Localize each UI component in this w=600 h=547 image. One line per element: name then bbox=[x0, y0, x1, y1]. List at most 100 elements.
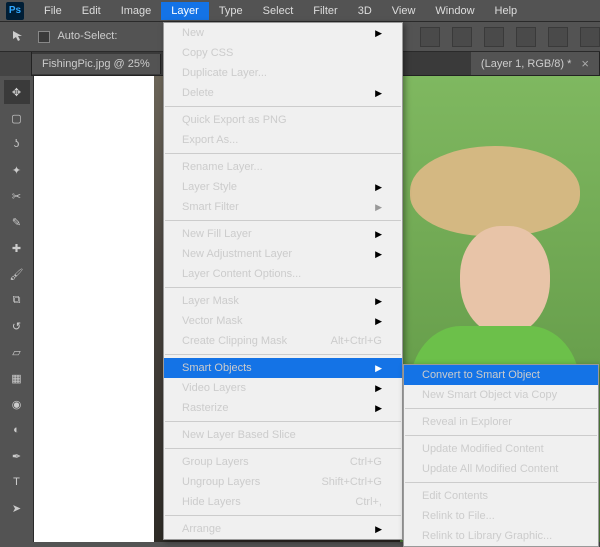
gradient-icon: ▦ bbox=[11, 372, 21, 385]
submenu-arrow-icon: ▶ bbox=[375, 403, 382, 414]
menu-item-convert-to-smart-object[interactable]: Convert to Smart Object bbox=[404, 365, 598, 385]
menubar-item-window[interactable]: Window bbox=[425, 2, 484, 20]
menu-item-label: Layer Style bbox=[182, 181, 237, 193]
menu-item-video-layers[interactable]: Video Layers ▶ bbox=[164, 378, 402, 398]
wand-icon: ✦ bbox=[12, 164, 21, 177]
menubar-item-type[interactable]: Type bbox=[209, 2, 253, 20]
menubar-item-file[interactable]: File bbox=[34, 2, 72, 20]
menu-item-shortcut: Ctrl+G bbox=[350, 456, 382, 468]
menu-item-label: Video Layers bbox=[182, 382, 246, 394]
menu-item-update-all-modified-content[interactable]: Update All Modified Content bbox=[404, 459, 598, 479]
menu-item-relink-to-file: Relink to File... bbox=[404, 506, 598, 526]
menubar-item-filter[interactable]: Filter bbox=[303, 2, 347, 20]
menubar-item-help[interactable]: Help bbox=[485, 2, 528, 20]
menu-item-export-as[interactable]: Export As... bbox=[164, 130, 402, 150]
autoselect-wrap[interactable]: Auto-Select: bbox=[38, 30, 117, 42]
menu-item-group-layers[interactable]: Group Layers Ctrl+G bbox=[164, 452, 402, 472]
menu-item-hide-layers[interactable]: Hide LayersCtrl+, bbox=[164, 492, 402, 512]
history-tool[interactable]: ↺ bbox=[4, 314, 30, 338]
marquee-icon: ▢ bbox=[11, 112, 21, 125]
eyedrop-tool[interactable]: ✎ bbox=[4, 210, 30, 234]
menu-item-relink-to-library-graphic: Relink to Library Graphic... bbox=[404, 526, 598, 546]
menu-item-label: Layer Mask bbox=[182, 295, 239, 307]
submenu-arrow-icon: ▶ bbox=[375, 524, 382, 535]
autoselect-checkbox[interactable] bbox=[38, 31, 50, 43]
align-button[interactable] bbox=[516, 27, 536, 47]
menubar-item-image[interactable]: Image bbox=[111, 2, 162, 20]
menubar-item-select[interactable]: Select bbox=[253, 2, 304, 20]
lasso-tool[interactable]: ʖ bbox=[4, 132, 30, 156]
heal-icon: ✚ bbox=[12, 242, 21, 255]
menu-item-duplicate-layer[interactable]: Duplicate Layer... bbox=[164, 63, 402, 83]
menu-item-layer-style[interactable]: Layer Style▶ bbox=[164, 177, 402, 197]
menu-item-smart-objects[interactable]: Smart Objects▶ bbox=[164, 358, 402, 378]
align-button[interactable] bbox=[580, 27, 600, 47]
document-tab[interactable]: (Layer 1, RGB/8) * × bbox=[471, 52, 600, 75]
wand-tool[interactable]: ✦ bbox=[4, 158, 30, 182]
blur-tool[interactable]: ◉ bbox=[4, 392, 30, 416]
heal-tool[interactable]: ✚ bbox=[4, 236, 30, 260]
align-button[interactable] bbox=[484, 27, 504, 47]
document-tab[interactable]: FishingPic.jpg @ 25% bbox=[32, 54, 161, 74]
crop-icon: ✂ bbox=[12, 190, 21, 203]
blur-icon: ◉ bbox=[12, 398, 22, 411]
menu-separator bbox=[405, 482, 597, 483]
menubar-item-edit[interactable]: Edit bbox=[72, 2, 111, 20]
crop-tool[interactable]: ✂ bbox=[4, 184, 30, 208]
eraser-tool[interactable]: ▱ bbox=[4, 340, 30, 364]
align-button[interactable] bbox=[452, 27, 472, 47]
gradient-tool[interactable]: ▦ bbox=[4, 366, 30, 390]
menu-item-smart-filter: Smart Filter▶ bbox=[164, 197, 402, 217]
document-tab-label: (Layer 1, RGB/8) * bbox=[481, 58, 571, 70]
menu-item-vector-mask[interactable]: Vector Mask▶ bbox=[164, 311, 402, 331]
menu-item-label: Rename Layer... bbox=[182, 161, 263, 173]
type-icon: T bbox=[13, 476, 20, 488]
align-button[interactable] bbox=[420, 27, 440, 47]
menu-item-label: Create Clipping Mask bbox=[182, 335, 287, 347]
stamp-tool[interactable]: ⧉ bbox=[4, 288, 30, 312]
dodge-tool[interactable]: ◐ bbox=[4, 418, 30, 442]
close-icon[interactable]: × bbox=[581, 56, 589, 71]
menu-item-new-fill-layer[interactable]: New Fill Layer▶ bbox=[164, 224, 402, 244]
menu-item-shortcut: Shift+Ctrl+G bbox=[321, 476, 382, 488]
eraser-icon: ▱ bbox=[12, 346, 20, 359]
marquee-tool[interactable]: ▢ bbox=[4, 106, 30, 130]
menubar-item-layer[interactable]: Layer bbox=[161, 2, 209, 20]
menu-item-delete[interactable]: Delete▶ bbox=[164, 83, 402, 103]
menu-item-label: Group Layers bbox=[182, 456, 249, 468]
brush-tool[interactable]: 🖌 bbox=[4, 262, 30, 286]
menu-item-layer-mask[interactable]: Layer Mask ▶ bbox=[164, 291, 402, 311]
menu-item-label: Layer Content Options... bbox=[182, 268, 301, 280]
menu-item-rename-layer[interactable]: Rename Layer... bbox=[164, 157, 402, 177]
pen-tool[interactable]: ✒ bbox=[4, 444, 30, 468]
menu-item-ungroup-layers[interactable]: Ungroup LayersShift+Ctrl+G bbox=[164, 472, 402, 492]
submenu-arrow-icon: ▶ bbox=[375, 296, 382, 307]
path-tool[interactable]: ➤ bbox=[4, 496, 30, 520]
menu-item-new[interactable]: New▶ bbox=[164, 23, 402, 43]
pen-icon: ✒ bbox=[12, 450, 21, 463]
move-tool[interactable]: ✥ bbox=[4, 80, 30, 104]
menu-item-create-clipping-mask[interactable]: Create Clipping MaskAlt+Ctrl+G bbox=[164, 331, 402, 351]
menu-item-arrange[interactable]: Arrange▶ bbox=[164, 519, 402, 539]
menu-separator bbox=[165, 448, 401, 449]
align-button[interactable] bbox=[548, 27, 568, 47]
menubar-item-view[interactable]: View bbox=[382, 2, 426, 20]
menu-item-label: Export As... bbox=[182, 134, 238, 146]
menu-item-new-smart-object-via-copy[interactable]: New Smart Object via Copy bbox=[404, 385, 598, 405]
menu-item-quick-export-as-png[interactable]: Quick Export as PNG bbox=[164, 110, 402, 130]
menu-separator bbox=[165, 153, 401, 154]
menu-item-new-layer-based-slice[interactable]: New Layer Based Slice bbox=[164, 425, 402, 445]
menu-item-copy-css[interactable]: Copy CSS bbox=[164, 43, 402, 63]
dodge-icon: ◐ bbox=[13, 424, 20, 436]
submenu-arrow-icon: ▶ bbox=[375, 249, 382, 260]
menu-item-rasterize[interactable]: Rasterize▶ bbox=[164, 398, 402, 418]
photo-hat bbox=[410, 146, 580, 236]
type-tool[interactable]: T bbox=[4, 470, 30, 494]
menu-item-label: Quick Export as PNG bbox=[182, 114, 287, 126]
menu-item-edit-contents: Edit Contents bbox=[404, 486, 598, 506]
submenu-arrow-icon: ▶ bbox=[375, 383, 382, 394]
menubar-item-3d[interactable]: 3D bbox=[348, 2, 382, 20]
menu-item-new-adjustment-layer[interactable]: New Adjustment Layer▶ bbox=[164, 244, 402, 264]
canvas-whitespace bbox=[34, 76, 154, 542]
autoselect-label: Auto-Select: bbox=[57, 30, 117, 42]
